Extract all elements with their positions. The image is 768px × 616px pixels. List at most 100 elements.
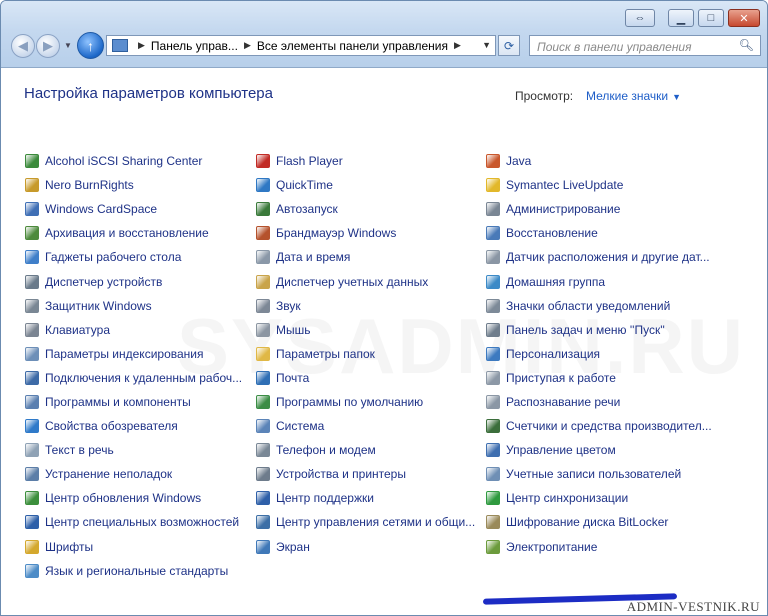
control-panel-item-label[interactable]: Счетчики и средства производител...: [506, 419, 712, 433]
view-mode-dropdown[interactable]: Мелкие значки ▼: [586, 89, 681, 103]
control-panel-item-label[interactable]: Центр поддержки: [276, 491, 374, 505]
control-panel-item-label[interactable]: Параметры индексирования: [45, 347, 203, 361]
control-panel-item-label[interactable]: Восстановление: [506, 226, 598, 240]
control-panel-item-label[interactable]: Клавиатура: [45, 323, 110, 337]
control-panel-item[interactable]: Автозапуск: [256, 197, 475, 221]
control-panel-item[interactable]: Подключения к удаленным рабоч...: [25, 366, 242, 390]
maximize-button[interactable]: □: [698, 9, 724, 27]
control-panel-item[interactable]: Шифрование диска BitLocker: [486, 510, 712, 534]
chevron-down-icon[interactable]: ▼: [672, 92, 681, 102]
breadcrumb-all-items[interactable]: Все элементы панели управления: [257, 39, 448, 53]
control-panel-item[interactable]: Центр поддержки: [256, 486, 475, 510]
control-panel-item[interactable]: Шрифты: [25, 535, 242, 559]
control-panel-item[interactable]: Windows CardSpace: [25, 197, 242, 221]
control-panel-item-label[interactable]: Телефон и модем: [276, 443, 376, 457]
control-panel-item-label[interactable]: Шифрование диска BitLocker: [506, 515, 668, 529]
control-panel-item[interactable]: Symantec LiveUpdate: [486, 173, 712, 197]
control-panel-item-label[interactable]: Язык и региональные стандарты: [45, 564, 228, 578]
control-panel-item[interactable]: Клавиатура: [25, 318, 242, 342]
refresh-button[interactable]: ⟳: [498, 35, 520, 56]
control-panel-item[interactable]: Счетчики и средства производител...: [486, 414, 712, 438]
control-panel-item-label[interactable]: Панель задач и меню ''Пуск'': [506, 323, 665, 337]
control-panel-item[interactable]: Центр специальных возможностей: [25, 510, 242, 534]
control-panel-item[interactable]: Персонализация: [486, 342, 712, 366]
control-panel-item[interactable]: Экран: [256, 535, 475, 559]
control-panel-item[interactable]: Электропитание: [486, 535, 712, 559]
control-panel-item[interactable]: Параметры индексирования: [25, 342, 242, 366]
control-panel-item-label[interactable]: Система: [276, 419, 324, 433]
control-panel-item[interactable]: Распознавание речи: [486, 390, 712, 414]
control-panel-item[interactable]: Система: [256, 414, 475, 438]
control-panel-item[interactable]: Центр обновления Windows: [25, 486, 242, 510]
control-panel-item-label[interactable]: Электропитание: [506, 540, 597, 554]
control-panel-item[interactable]: Значки области уведомлений: [486, 294, 712, 318]
control-panel-item-label[interactable]: QuickTime: [276, 178, 333, 192]
control-panel-item-label[interactable]: Устранение неполадок: [45, 467, 172, 481]
control-panel-item[interactable]: Диспетчер учетных данных: [256, 269, 475, 293]
control-panel-item-label[interactable]: Свойства обозревателя: [45, 419, 178, 433]
up-folder-button[interactable]: ↑: [77, 32, 104, 59]
control-panel-item[interactable]: Java: [486, 149, 712, 173]
control-panel-item-label[interactable]: Alcohol iSCSI Sharing Center: [45, 154, 202, 168]
restore-icon[interactable]: ⇔: [625, 9, 655, 27]
control-panel-item-label[interactable]: Подключения к удаленным рабоч...: [45, 371, 242, 385]
control-panel-item-label[interactable]: Symantec LiveUpdate: [506, 178, 623, 192]
control-panel-item-label[interactable]: Приступая к работе: [506, 371, 616, 385]
control-panel-item[interactable]: Учетные записи пользователей: [486, 462, 712, 486]
control-panel-item-label[interactable]: Администрирование: [506, 202, 620, 216]
breadcrumb-arrow-icon[interactable]: ▶: [454, 40, 461, 51]
forward-button[interactable]: ▶: [36, 34, 60, 58]
control-panel-item-label[interactable]: Диспетчер устройств: [45, 275, 162, 289]
control-panel-item-label[interactable]: Flash Player: [276, 154, 343, 168]
control-panel-item-label[interactable]: Почта: [276, 371, 309, 385]
control-panel-item-label[interactable]: Распознавание речи: [506, 395, 620, 409]
control-panel-item[interactable]: Программы и компоненты: [25, 390, 242, 414]
control-panel-item-label[interactable]: Домашняя группа: [506, 275, 605, 289]
control-panel-item-label[interactable]: Текст в речь: [45, 443, 114, 457]
view-mode-value[interactable]: Мелкие значки: [586, 89, 668, 103]
control-panel-item[interactable]: Восстановление: [486, 221, 712, 245]
control-panel-item[interactable]: Программы по умолчанию: [256, 390, 475, 414]
control-panel-item[interactable]: Текст в речь: [25, 438, 242, 462]
control-panel-item-label[interactable]: Nero BurnRights: [45, 178, 134, 192]
control-panel-item-label[interactable]: Мышь: [276, 323, 311, 337]
control-panel-item-label[interactable]: Windows CardSpace: [45, 202, 157, 216]
breadcrumb-arrow-icon[interactable]: ▶: [244, 40, 251, 51]
search-box[interactable]: 🔍︎: [529, 35, 761, 56]
control-panel-item-label[interactable]: Программы по умолчанию: [276, 395, 423, 409]
control-panel-item[interactable]: Брандмауэр Windows: [256, 221, 475, 245]
control-panel-item-label[interactable]: Звук: [276, 299, 301, 313]
control-panel-item[interactable]: QuickTime: [256, 173, 475, 197]
history-dropdown-icon[interactable]: ▼: [64, 41, 72, 50]
control-panel-item[interactable]: Телефон и модем: [256, 438, 475, 462]
search-input[interactable]: [535, 37, 739, 56]
control-panel-item[interactable]: Датчик расположения и другие дат...: [486, 245, 712, 269]
control-panel-item-label[interactable]: Датчик расположения и другие дат...: [506, 250, 710, 264]
close-button[interactable]: ✕: [728, 9, 760, 27]
control-panel-item-label[interactable]: Архивация и восстановление: [45, 226, 209, 240]
control-panel-item-label[interactable]: Экран: [276, 540, 310, 554]
control-panel-item[interactable]: Параметры папок: [256, 342, 475, 366]
control-panel-item-label[interactable]: Java: [506, 154, 531, 168]
control-panel-item-label[interactable]: Брандмауэр Windows: [276, 226, 396, 240]
control-panel-item-label[interactable]: Персонализация: [506, 347, 600, 361]
control-panel-item-label[interactable]: Гаджеты рабочего стола: [45, 250, 181, 264]
control-panel-item[interactable]: Панель задач и меню ''Пуск'': [486, 318, 712, 342]
control-panel-item-label[interactable]: Параметры папок: [276, 347, 375, 361]
control-panel-item-label[interactable]: Значки области уведомлений: [506, 299, 670, 313]
control-panel-item[interactable]: Приступая к работе: [486, 366, 712, 390]
control-panel-item-label[interactable]: Диспетчер учетных данных: [276, 275, 428, 289]
breadcrumb-control-panel[interactable]: Панель управ...: [151, 39, 238, 53]
control-panel-item-label[interactable]: Дата и время: [276, 250, 350, 264]
control-panel-item-label[interactable]: Программы и компоненты: [45, 395, 191, 409]
control-panel-item[interactable]: Центр управления сетями и общи...: [256, 510, 475, 534]
control-panel-item[interactable]: Диспетчер устройств: [25, 269, 242, 293]
control-panel-item[interactable]: Почта: [256, 366, 475, 390]
control-panel-item[interactable]: Архивация и восстановление: [25, 221, 242, 245]
control-panel-item[interactable]: Администрирование: [486, 197, 712, 221]
control-panel-item[interactable]: Устройства и принтеры: [256, 462, 475, 486]
control-panel-item-label[interactable]: Центр синхронизации: [506, 491, 628, 505]
control-panel-item-label[interactable]: Центр управления сетями и общи...: [276, 515, 475, 529]
control-panel-item[interactable]: Язык и региональные стандарты: [25, 559, 242, 583]
control-panel-item[interactable]: Домашняя группа: [486, 269, 712, 293]
